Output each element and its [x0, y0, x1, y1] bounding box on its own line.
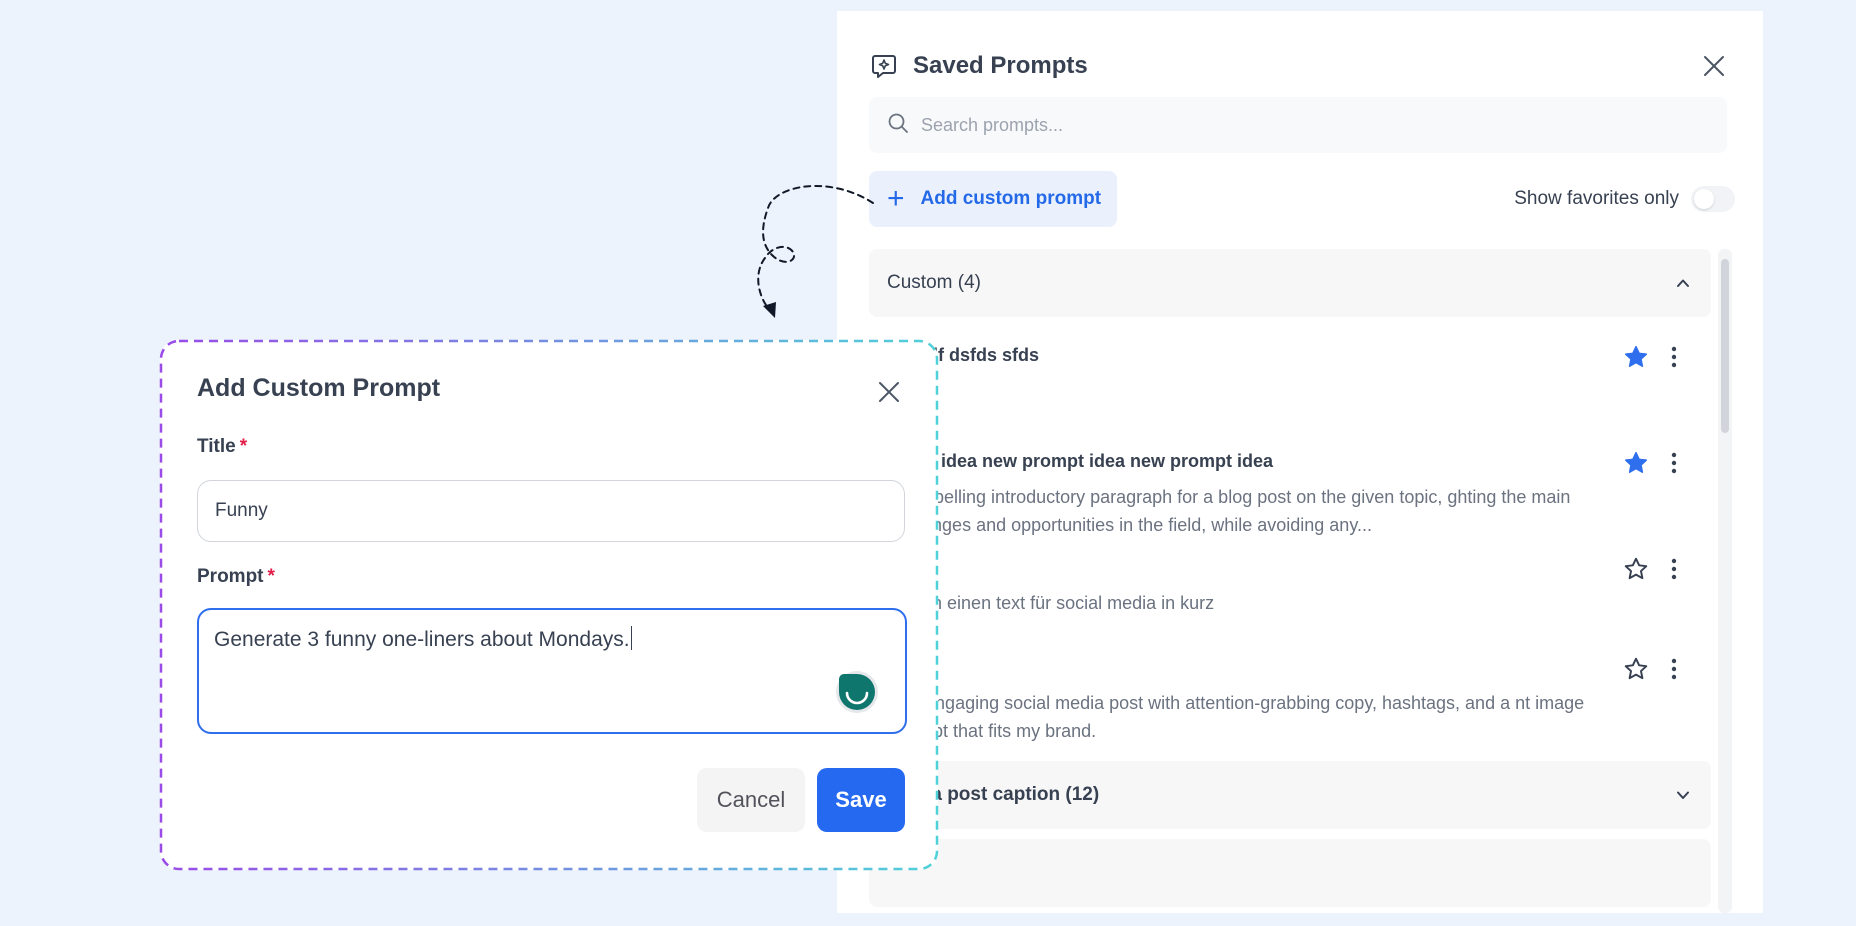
panel-close-icon[interactable] [1697, 49, 1731, 83]
group-header-next[interactable] [869, 839, 1711, 907]
assistant-badge-icon[interactable] [835, 670, 879, 714]
favorites-toggle[interactable] [1691, 186, 1735, 212]
add-custom-prompt-dialog: Add Custom Prompt Title * Funny Prompt * G… [160, 340, 938, 870]
favorites-filter: Show favorites only [1514, 181, 1735, 217]
search-icon [887, 112, 909, 139]
text-caret [630, 626, 633, 650]
prompt-description: uch ich einen text für social media in k… [885, 593, 1215, 613]
cancel-button[interactable]: Cancel [697, 768, 805, 832]
prompt-text: Generate 3 funny one-liners about Monday… [214, 628, 630, 651]
list-item[interactable]: ave e an engaging social media post with… [869, 635, 1711, 759]
chevron-up-icon [1673, 273, 1693, 293]
arrow-head [763, 302, 776, 318]
panel-header: Saved Prompts [869, 41, 1731, 91]
plus-icon: + [887, 182, 905, 215]
star-outline-icon[interactable] [1621, 654, 1651, 684]
group-header-custom[interactable]: Custom (4) [869, 249, 1711, 317]
list-item[interactable]: uage uch ich einen text für social media… [869, 529, 1711, 635]
star-filled-icon[interactable] [1621, 342, 1651, 372]
dialog-title: Add Custom Prompt [197, 374, 441, 402]
star-filled-icon[interactable] [1621, 448, 1651, 478]
prompt-title: rompt idea new prompt idea new prompt id… [885, 451, 1274, 471]
prompt-textarea[interactable]: Generate 3 funny one-liners about Monday… [197, 608, 907, 734]
save-button[interactable]: Save [817, 768, 905, 832]
prompt-list: Custom (4) fds sdf dsfds sfds rompt idea [869, 249, 1711, 913]
list-item[interactable]: rompt idea new prompt idea new prompt id… [869, 423, 1711, 535]
custom-items: fds sdf dsfds sfds rompt idea new prompt… [869, 317, 1711, 759]
favorites-toggle-label: Show favorites only [1514, 188, 1679, 209]
more-options-icon[interactable] [1659, 654, 1689, 684]
prompt-description: e an engaging social media post with att… [885, 693, 1585, 741]
saved-prompts-panel: Saved Prompts + Add custom prompt Show f… [837, 11, 1763, 913]
add-custom-prompt-label: Add custom prompt [920, 188, 1102, 209]
group-label: Custom (4) [887, 272, 981, 293]
more-options-icon[interactable] [1659, 448, 1689, 478]
panel-title: Saved Prompts [913, 52, 1088, 79]
list-item[interactable]: fds sdf dsfds sfds [869, 317, 1711, 423]
search-input[interactable] [921, 114, 1701, 136]
scrollbar-thumb[interactable] [1721, 259, 1729, 433]
star-outline-icon[interactable] [1621, 554, 1651, 584]
scrollbar[interactable] [1718, 249, 1732, 913]
add-custom-prompt-button[interactable]: + Add custom prompt [869, 171, 1117, 227]
title-input[interactable]: Funny [197, 480, 905, 542]
more-options-icon[interactable] [1659, 554, 1689, 584]
group-header-social-media[interactable]: media post caption (12) [869, 761, 1711, 829]
more-options-icon[interactable] [1659, 342, 1689, 372]
prompt-field-label: Prompt * [197, 566, 275, 587]
dialog-close-icon[interactable] [872, 375, 906, 409]
title-field-label: Title * [197, 436, 248, 457]
chevron-down-icon [1673, 785, 1693, 805]
saved-prompts-icon [869, 51, 899, 81]
search-bar [869, 97, 1727, 153]
